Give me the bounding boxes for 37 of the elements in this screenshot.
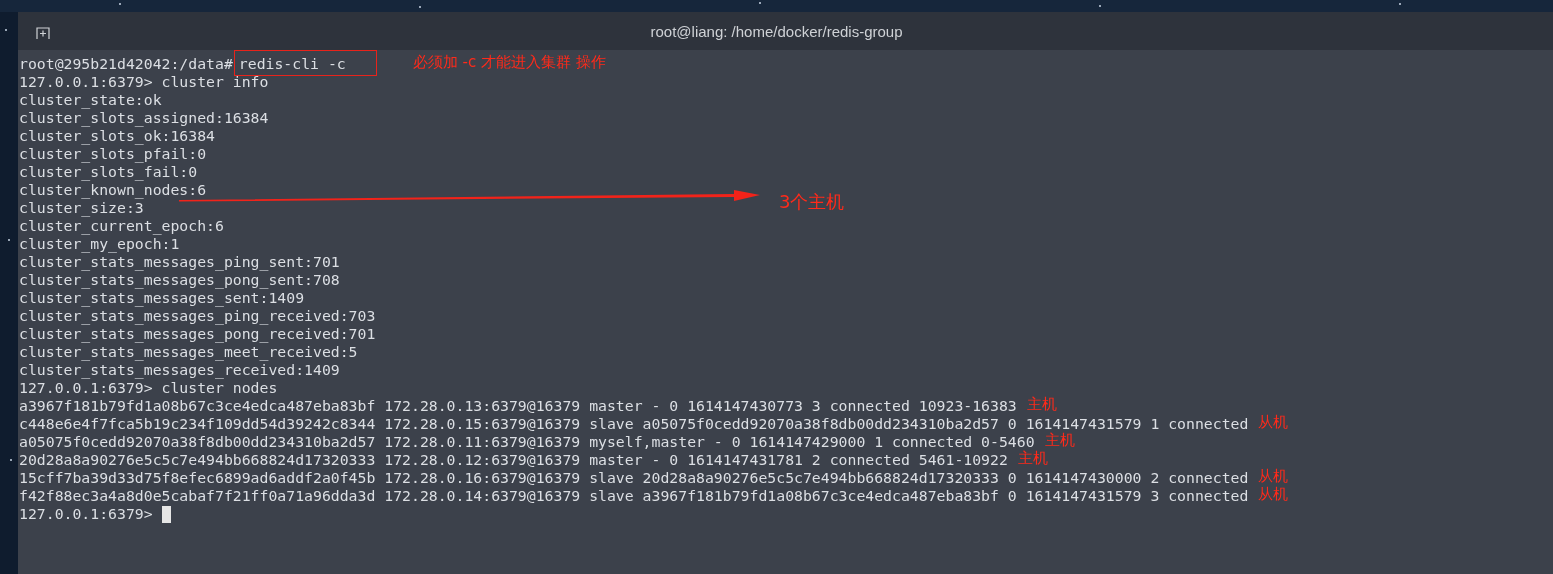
terminal-line: cluster_stats_messages_ping_sent:701 (19, 253, 340, 271)
terminal-line: 20d28a8a90276e5c5c7e494bb668824d17320333 172.28.0.12:6379@16379 master - 0 1614147431781 2 connected 5461-10922 (19, 451, 1008, 469)
terminal-line: 127.0.0.1:6379> cluster info (19, 73, 269, 91)
terminal-prompt: root@295b21d42042:/data# (19, 55, 233, 73)
terminal-line: cluster_slots_fail:0 (19, 163, 198, 181)
terminal-line: cluster_stats_messages_meet_received:5 (19, 343, 358, 361)
terminal-line: cluster_slots_ok:16384 (19, 127, 215, 145)
terminal-line: 15cff7ba39d33d75f8efec6899ad6addf2a0f45b 172.28.0.16:6379@16379 slave 20d28a8a90276e5c5c7e494bb668824d17320333 0 1614147430000 2 connected (19, 469, 1249, 487)
terminal-line: cluster_stats_messages_ping_received:703 (19, 307, 376, 325)
terminal-line: cluster_stats_messages_received:1409 (19, 361, 340, 379)
annotation-note: 主机 (1026, 394, 1057, 414)
terminal-prompt: 127.0.0.1:6379> (19, 505, 153, 523)
terminal-line: cluster_slots_pfail:0 (19, 145, 207, 163)
terminal-line: a05075f0cedd92070a38f8db00dd234310ba2d57 172.28.0.11:6379@16379 myself,master - 0 1614147429000 1 connected 0-5460 (19, 433, 1035, 450)
terminal-line: cluster_current_epoch:6 (19, 217, 224, 235)
terminal-line: cluster_stats_messages_pong_received:701 (19, 325, 376, 343)
window-title: root@liang: /home/docker/redis-group (650, 22, 903, 40)
annotation-note: 必须加 -c 才能进入集群 操作 (412, 52, 606, 72)
terminal-line: cluster_known_nodes:6 (19, 181, 207, 199)
terminal-line: f42f88ec3a4a8d0e5cabaf7f21ff0a71a96dda3d 172.28.0.14:6379@16379 slave a3967f181b79fd1a08b67c3ce4edca487eba83bf 0 1614147431579 3 connected (19, 487, 1249, 505)
annotation-note: 从机 (1258, 466, 1289, 486)
terminal-line: a3967f181b79fd1a08b67c3ce4edca487eba83bf 172.28.0.13:6379@16379 master - 0 1614147430773 3 connected 10923-16383 (19, 397, 1017, 415)
annotation-note: 主机 (1044, 430, 1075, 450)
terminal-line: cluster_my_epoch:1 (19, 235, 180, 253)
annotation-note: 从机 (1258, 484, 1289, 504)
terminal-command: redis-cli -c (233, 49, 377, 76)
annotation-note: 3个主机 (779, 190, 845, 214)
terminal-line: cluster_stats_messages_pong_sent:708 (19, 271, 340, 289)
annotation-note: 从机 (1258, 412, 1289, 432)
terminal-line: c448e6e4f7fca5b19c234f109dd54d39242c8344 172.28.0.15:6379@16379 slave a05075f0cedd92070a38f8db00dd234310ba2d57 0 1614147431579 1 connected (19, 415, 1249, 432)
terminal-line: cluster_slots_assigned:16384 (19, 109, 269, 127)
terminal-line: 127.0.0.1:6379> cluster nodes (19, 379, 278, 397)
terminal-line: cluster_size:3 (19, 199, 144, 217)
new-tab-icon[interactable] (36, 26, 50, 40)
annotation-note: 主机 (1017, 448, 1048, 468)
terminal-line: cluster_stats_messages_sent:1409 (19, 289, 305, 307)
terminal-line: cluster_state:ok (19, 91, 162, 109)
